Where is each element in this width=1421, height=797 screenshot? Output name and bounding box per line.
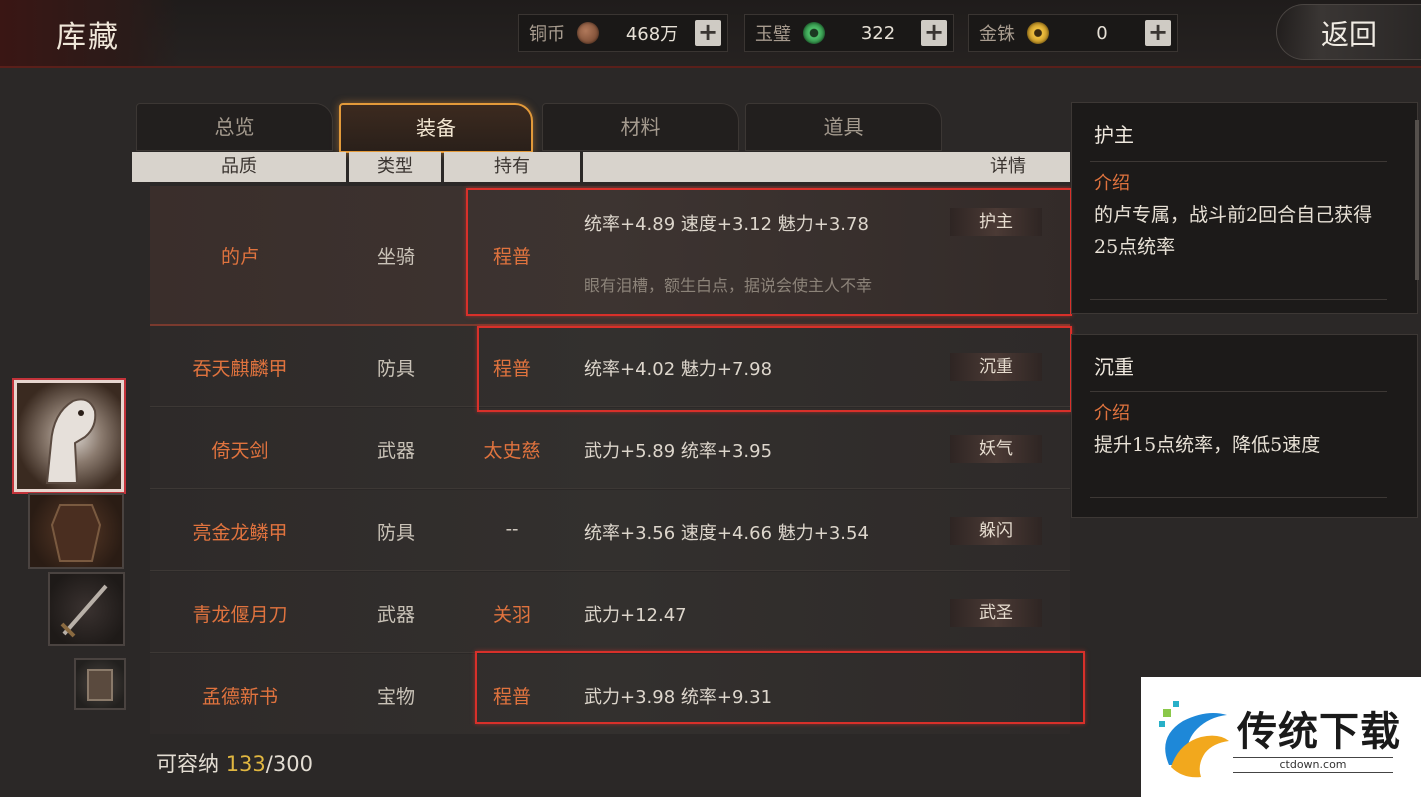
capacity-current: 133 xyxy=(225,752,266,776)
resource-jade: 玉璧 322 + xyxy=(744,14,954,52)
top-bar: 库藏 铜币 468万 + 玉璧 322 + 金铢 0 + 返回 xyxy=(0,0,1421,68)
highlight-box xyxy=(475,651,1085,724)
item-type: 坐骑 xyxy=(376,246,415,268)
item-type: 武器 xyxy=(376,604,415,626)
title-banner: 库藏 xyxy=(0,0,180,66)
table-row[interactable]: 青龙偃月刀 武器 关羽 武力+12.47 武圣 xyxy=(150,572,1070,653)
tab-overview[interactable]: 总览 xyxy=(136,103,333,151)
copper-coin-icon xyxy=(577,22,599,44)
tab-props[interactable]: 道具 xyxy=(745,103,942,151)
tooltip-divider xyxy=(1090,161,1387,162)
table-row[interactable]: 亮金龙鳞甲 防具 -- 统率+3.56 速度+4.66 魅力+3.54 躲闪 xyxy=(150,490,1070,571)
capacity-label: 可容纳 xyxy=(156,752,219,776)
watermark-url: ctdown.com xyxy=(1233,757,1393,773)
tooltip-label: 介绍 xyxy=(1094,403,1130,424)
item-name: 倚天剑 xyxy=(211,440,269,462)
resource-jade-value: 322 xyxy=(860,22,896,44)
resource-gold: 金铢 0 + xyxy=(968,14,1178,52)
item-name: 吞天麒麟甲 xyxy=(192,358,288,380)
book-icon xyxy=(87,669,113,701)
tooltip-text: 的卢专属，战斗前2回合自己获得25点统率 xyxy=(1094,204,1373,258)
add-gold-button[interactable]: + xyxy=(1145,20,1171,46)
item-owner: 关羽 xyxy=(492,604,531,626)
resource-jade-label: 玉璧 xyxy=(755,24,791,45)
tooltip-scrollbar[interactable] xyxy=(1415,120,1419,280)
armor-portrait[interactable] xyxy=(28,493,124,569)
item-name: 的卢 xyxy=(220,246,259,268)
tooltip-divider xyxy=(1090,497,1387,498)
item-trait-tag[interactable]: 武圣 xyxy=(950,599,1042,627)
tooltip-label: 介绍 xyxy=(1094,173,1130,194)
resource-copper: 铜币 468万 + xyxy=(518,14,728,52)
column-details-label: 详情 xyxy=(990,156,1026,177)
back-button[interactable]: 返回 xyxy=(1276,4,1421,60)
item-attributes: 武力+5.89 统率+3.95 xyxy=(584,441,773,462)
item-owner: -- xyxy=(505,518,519,540)
item-type: 防具 xyxy=(376,522,415,544)
table-row[interactable]: 倚天剑 武器 太史慈 武力+5.89 统率+3.95 妖气 xyxy=(150,408,1070,489)
trait-tooltip-heavy: 沉重 介绍 提升15点统率，降低5速度 xyxy=(1071,334,1418,518)
column-type[interactable]: 类型 xyxy=(349,152,441,182)
jade-disc-icon xyxy=(803,22,825,44)
watermark-logo: 传统下载 ctdown.com xyxy=(1141,677,1421,797)
horse-icon xyxy=(45,398,97,484)
column-details[interactable]: 详情 xyxy=(583,152,1070,182)
trait-tooltip-protect: 护主 介绍 的卢专属，战斗前2回合自己获得25点统率 xyxy=(1071,102,1418,314)
highlight-box xyxy=(466,188,1072,316)
column-owner[interactable]: 持有 xyxy=(444,152,580,182)
item-type: 防具 xyxy=(376,358,415,380)
add-copper-button[interactable]: + xyxy=(695,20,721,46)
add-jade-button[interactable]: + xyxy=(921,20,947,46)
item-attributes: 统率+3.56 速度+4.66 魅力+3.54 xyxy=(584,523,869,544)
sword-icon xyxy=(60,584,108,638)
tooltip-title: 沉重 xyxy=(1094,355,1134,379)
item-name: 亮金龙鳞甲 xyxy=(192,522,288,544)
back-button-label: 返回 xyxy=(1321,18,1378,51)
tab-materials[interactable]: 材料 xyxy=(542,103,739,151)
tooltip-divider xyxy=(1090,391,1387,392)
page-title: 库藏 xyxy=(56,20,120,55)
tooltip-divider xyxy=(1090,299,1387,300)
watermark-emblem-icon xyxy=(1159,701,1229,778)
item-name: 青龙偃月刀 xyxy=(192,604,288,626)
column-quality[interactable]: 品质 xyxy=(132,152,346,182)
item-trait-tag[interactable]: 妖气 xyxy=(950,435,1042,463)
tab-equipment[interactable]: 装备 xyxy=(339,103,533,153)
item-trait-tag[interactable]: 躲闪 xyxy=(950,517,1042,545)
capacity-max: /300 xyxy=(265,752,313,776)
item-type: 宝物 xyxy=(376,686,415,708)
resource-copper-label: 铜币 xyxy=(529,24,565,45)
resource-gold-label: 金铢 xyxy=(979,24,1015,45)
item-type: 武器 xyxy=(376,440,415,462)
item-name: 孟德新书 xyxy=(201,686,278,708)
capacity-indicator: 可容纳 133/300 xyxy=(156,748,313,778)
resource-copper-value: 468万 xyxy=(625,24,679,45)
highlight-box xyxy=(477,326,1072,412)
treasure-portrait[interactable] xyxy=(74,658,126,710)
gold-coin-icon xyxy=(1027,22,1049,44)
armor-icon xyxy=(50,504,102,562)
resource-gold-value: 0 xyxy=(1096,22,1108,44)
weapon-portrait[interactable] xyxy=(48,572,125,646)
watermark-brand: 传统下载 xyxy=(1237,709,1401,755)
horse-portrait[interactable] xyxy=(14,380,124,492)
tooltip-title: 护主 xyxy=(1094,123,1134,147)
item-owner: 太史慈 xyxy=(483,440,541,462)
tooltip-text: 提升15点统率，降低5速度 xyxy=(1094,434,1321,456)
item-attributes: 武力+12.47 xyxy=(584,605,687,626)
